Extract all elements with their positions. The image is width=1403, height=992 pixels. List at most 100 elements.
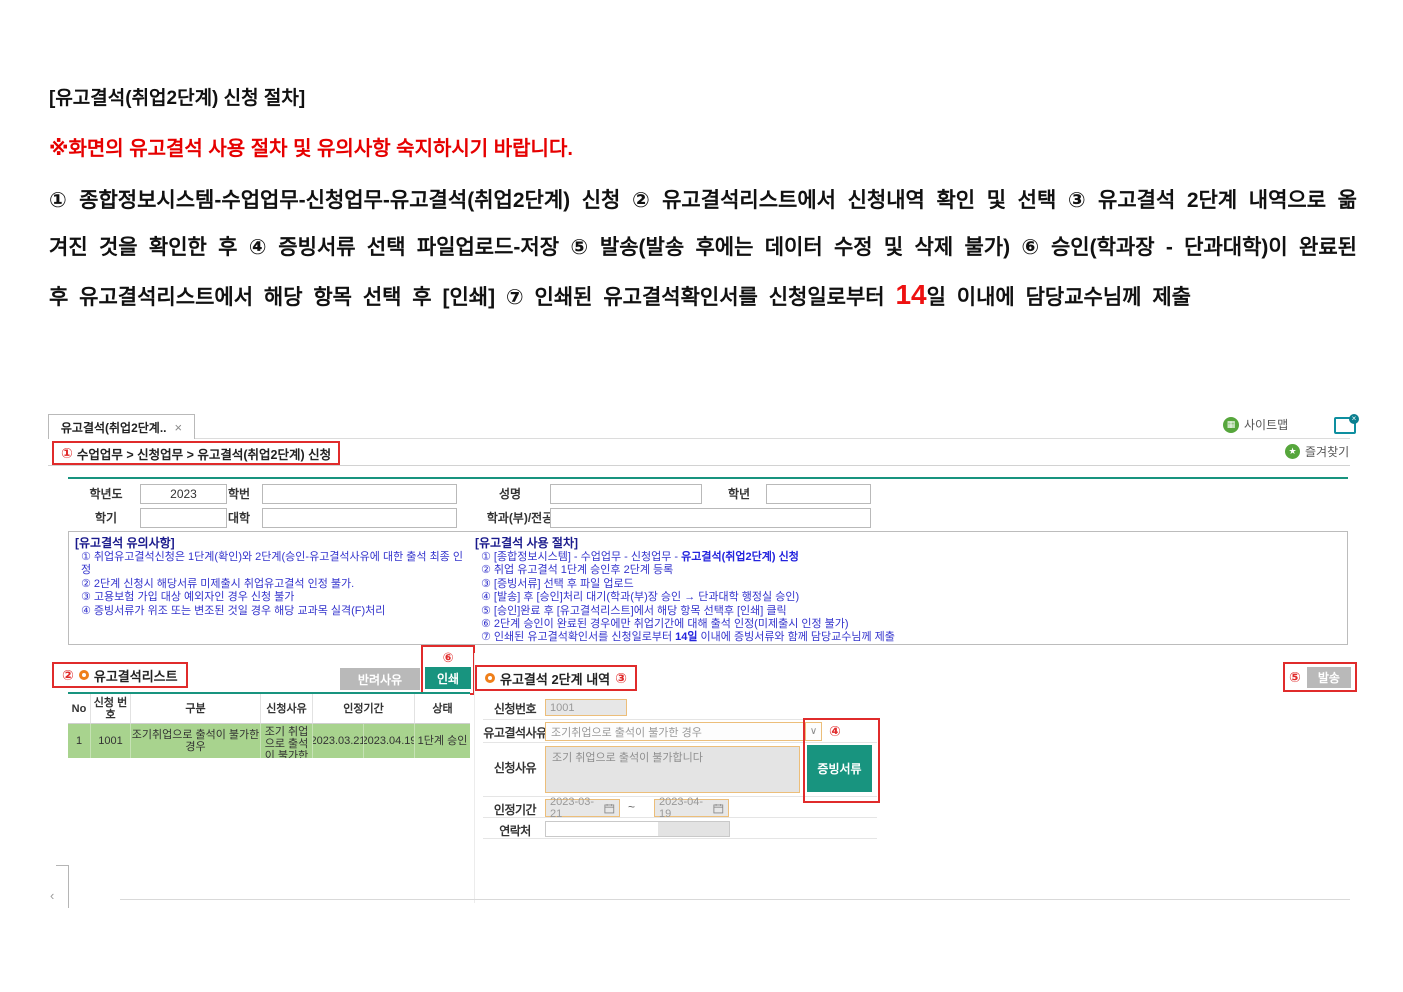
- detail-form: 신청번호 1001 유고결석사유 조기취업으로 출석이 불가한 경우 ∨ ④ 증…: [483, 697, 877, 842]
- cell-category: 조기취업으로 출석이 불가한 경우: [130, 724, 260, 758]
- period-start-value: 2023-03-21: [550, 796, 604, 820]
- table-header-row: No 신청 번호 구분 신청사유 인정기간 상태: [68, 694, 470, 724]
- reject-reason-button[interactable]: 반려사유: [340, 668, 420, 690]
- caution-item: ① 취업유고결석신청은 1단계(확인)와 2단계(승인-유고결석사유에 대한 출…: [81, 551, 470, 578]
- evidence-button[interactable]: 증빙서류: [807, 745, 872, 792]
- instruction-body-tail: 일 이내에 담당교수님께 제출: [927, 286, 1191, 309]
- student-id-input[interactable]: [262, 484, 457, 504]
- detail-section-annotation-box: 유고결석 2단계 내역 ③: [475, 665, 637, 691]
- sitemap-icon: ▦: [1223, 417, 1239, 433]
- annotation-step-1: ①: [61, 446, 73, 460]
- calendar-icon[interactable]: [713, 803, 724, 814]
- contact-label: 연락처: [483, 822, 547, 839]
- list-section-title: 유고결석리스트: [94, 666, 178, 685]
- period-label: 인정기간: [483, 801, 547, 818]
- absence-list-table: No 신청 번호 구분 신청사유 인정기간 상태 1 1001 조기취업으로 출…: [68, 692, 470, 758]
- send-annotation-box: ⑤ 발송: [1283, 662, 1357, 692]
- name-input[interactable]: [550, 484, 702, 504]
- cell-reason: 조기 취업으로 출석이 불가한: [260, 724, 312, 758]
- contact-field-wrap: [545, 821, 730, 837]
- instruction-warning: ※화면의 유고결석 사용 절차 및 유의사항 숙지하시기 바랍니다.: [49, 132, 1357, 161]
- breadcrumb: 수업업무 > 신청업무 > 유고결석(취업2단계) 신청: [77, 444, 331, 463]
- tab-close-icon[interactable]: ×: [175, 420, 183, 435]
- col-period: 인정기간: [312, 694, 414, 724]
- college-input[interactable]: [262, 508, 457, 528]
- year-label: 학년도: [78, 484, 134, 504]
- cell-period-start: 2023.03.21: [312, 724, 363, 758]
- list-section-annotation-box: ② 유고결석리스트: [52, 662, 188, 688]
- grade-input[interactable]: [766, 484, 871, 504]
- apply-no-field: 1001: [545, 699, 627, 716]
- col-reason: 신청사유: [260, 694, 312, 724]
- contact-input[interactable]: [546, 822, 658, 836]
- col-status: 상태: [414, 694, 470, 724]
- cell-no: 1: [68, 724, 90, 758]
- table-row[interactable]: 1 1001 조기취업으로 출석이 불가한 경우 조기 취업으로 출석이 불가한…: [68, 724, 470, 758]
- bullet-icon: [79, 670, 89, 680]
- request-reason-textarea[interactable]: 조기 취업으로 출석이 불가합니다: [545, 746, 800, 793]
- grade-label: 학년: [719, 484, 759, 504]
- request-reason-label: 신청사유: [483, 759, 547, 776]
- caution-item: ④ 증빙서류가 위조 또는 변조된 것일 경우 해당 교과목 실격(F)처리: [81, 605, 470, 618]
- annotation-step-6: ⑥: [424, 648, 472, 667]
- scroll-corner: [56, 865, 69, 908]
- period-start-field[interactable]: 2023-03-21: [545, 799, 620, 817]
- bullet-icon: [485, 673, 495, 683]
- breadcrumb-bar: ① 수업업무 > 신청업무 > 유고결석(취업2단계) 신청: [48, 438, 1350, 466]
- procedure-item: ④ [발송] 후 [승인]처리 대기(학과(부)장 승인 → 단과대학 행정실 …: [481, 591, 1075, 604]
- breadcrumb-annotation-box: ① 수업업무 > 신청업무 > 유고결석(취업2단계) 신청: [52, 441, 340, 465]
- window-close-badge: ×: [1349, 414, 1359, 424]
- procedure-item: ⑤ [승인]완료 후 [유고결석리스트]에서 해당 항목 선택후 [인쇄] 클릭: [481, 605, 1075, 618]
- tilde-separator: ~: [628, 800, 635, 814]
- tab-label: 유고결석(취업2단계..: [61, 419, 167, 436]
- col-category: 구분: [130, 694, 260, 724]
- instruction-title: [유고결석(취업2단계) 신청 절차]: [49, 86, 1357, 112]
- cell-period-end: 2023.04.19: [363, 724, 414, 758]
- scroll-left-arrow-icon[interactable]: ‹: [50, 889, 54, 902]
- college-label: 대학: [214, 508, 264, 528]
- chevron-down-icon[interactable]: ∨: [805, 722, 822, 741]
- procedure-item: ⑦ 인쇄된 유고결석확인서를 신청일로부터 14일 이내에 증빙서류와 함께 담…: [481, 631, 1075, 644]
- instruction-paragraph: ① 종합정보시스템-수업업무-신청업무-유고결석(취업2단계) 신청 ② 유고결…: [49, 177, 1357, 321]
- notice-box: [유고결석 유의사항] ① 취업유고결석신청은 1단계(확인)와 2단계(승인-…: [68, 531, 1348, 645]
- absence-reason-select[interactable]: 조기취업으로 출석이 불가한 경우: [545, 722, 805, 741]
- instruction-block: [유고결석(취업2단계) 신청 절차] ※화면의 유고결석 사용 절차 및 유의…: [49, 86, 1357, 321]
- col-apply-no: 신청 번호: [90, 694, 130, 724]
- window-close-icon[interactable]: ×: [1334, 417, 1356, 434]
- print-button[interactable]: 인쇄: [425, 667, 471, 689]
- favorites-button[interactable]: ★ 즐겨찾기: [1285, 443, 1349, 460]
- annotation-step-4: ④: [829, 724, 841, 738]
- col-no: No: [68, 694, 90, 724]
- annotation-step-2: ②: [62, 668, 74, 682]
- period-end-value: 2023-04-19: [659, 796, 713, 820]
- period-end-field[interactable]: 2023-04-19: [654, 799, 729, 817]
- sitemap-label: 사이트맵: [1244, 416, 1288, 433]
- caution-item: ② 2단계 신청시 해당서류 미제출시 취업유고결석 인정 불가.: [81, 578, 470, 591]
- detail-section-title: 유고결석 2단계 내역: [500, 669, 610, 688]
- favorites-label: 즐겨찾기: [1305, 443, 1349, 460]
- print-annotation-box: ⑥ 인쇄: [421, 645, 475, 695]
- cell-apply-no: 1001: [90, 724, 130, 758]
- notice-cautions: [유고결석 유의사항] ① 취업유고결석신청은 1단계(확인)와 2단계(승인-…: [75, 536, 470, 618]
- annotation-step-3: ③: [615, 671, 627, 685]
- procedure-item: ① [종합정보시스템] - 수업업무 - 신청업무 - 유고결석(취업2단계) …: [481, 551, 1075, 564]
- highlight-14: 14: [895, 279, 926, 310]
- send-button[interactable]: 발송: [1307, 667, 1351, 688]
- system-screenshot: 유고결석(취업2단계.. × ▦ 사이트맵 × ① 수업업무 > 신청업무 > …: [48, 413, 1350, 943]
- name-label: 성명: [488, 484, 532, 504]
- major-label: 학과(부)/전공: [480, 508, 560, 528]
- cell-status: 1단계 승인: [414, 724, 470, 758]
- notice-procedure: [유고결석 사용 절차] ① [종합정보시스템] - 수업업무 - 신청업무 -…: [475, 536, 1075, 645]
- calendar-icon[interactable]: [604, 803, 615, 814]
- annotation-step-5: ⑤: [1289, 670, 1301, 684]
- student-id-label: 학번: [214, 484, 264, 504]
- tab-absence-application[interactable]: 유고결석(취업2단계.. ×: [48, 414, 195, 439]
- horizontal-scrollbar[interactable]: [120, 899, 1350, 900]
- semester-label: 학기: [78, 508, 134, 528]
- major-input[interactable]: [550, 508, 871, 528]
- search-form: 학년도 학번 성명 학년 학기 대학 학과(부)/전공: [68, 477, 1348, 533]
- caution-item: ③ 고용보험 가입 대상 예외자인 경우 신청 불가: [81, 591, 470, 604]
- notice-cautions-title: [유고결석 유의사항]: [75, 536, 470, 550]
- procedure-item: ⑥ 2단계 승인이 완료된 경우에만 취업기간에 대해 출석 인정(미제출시 인…: [481, 618, 1075, 631]
- sitemap-button[interactable]: ▦ 사이트맵: [1223, 416, 1288, 433]
